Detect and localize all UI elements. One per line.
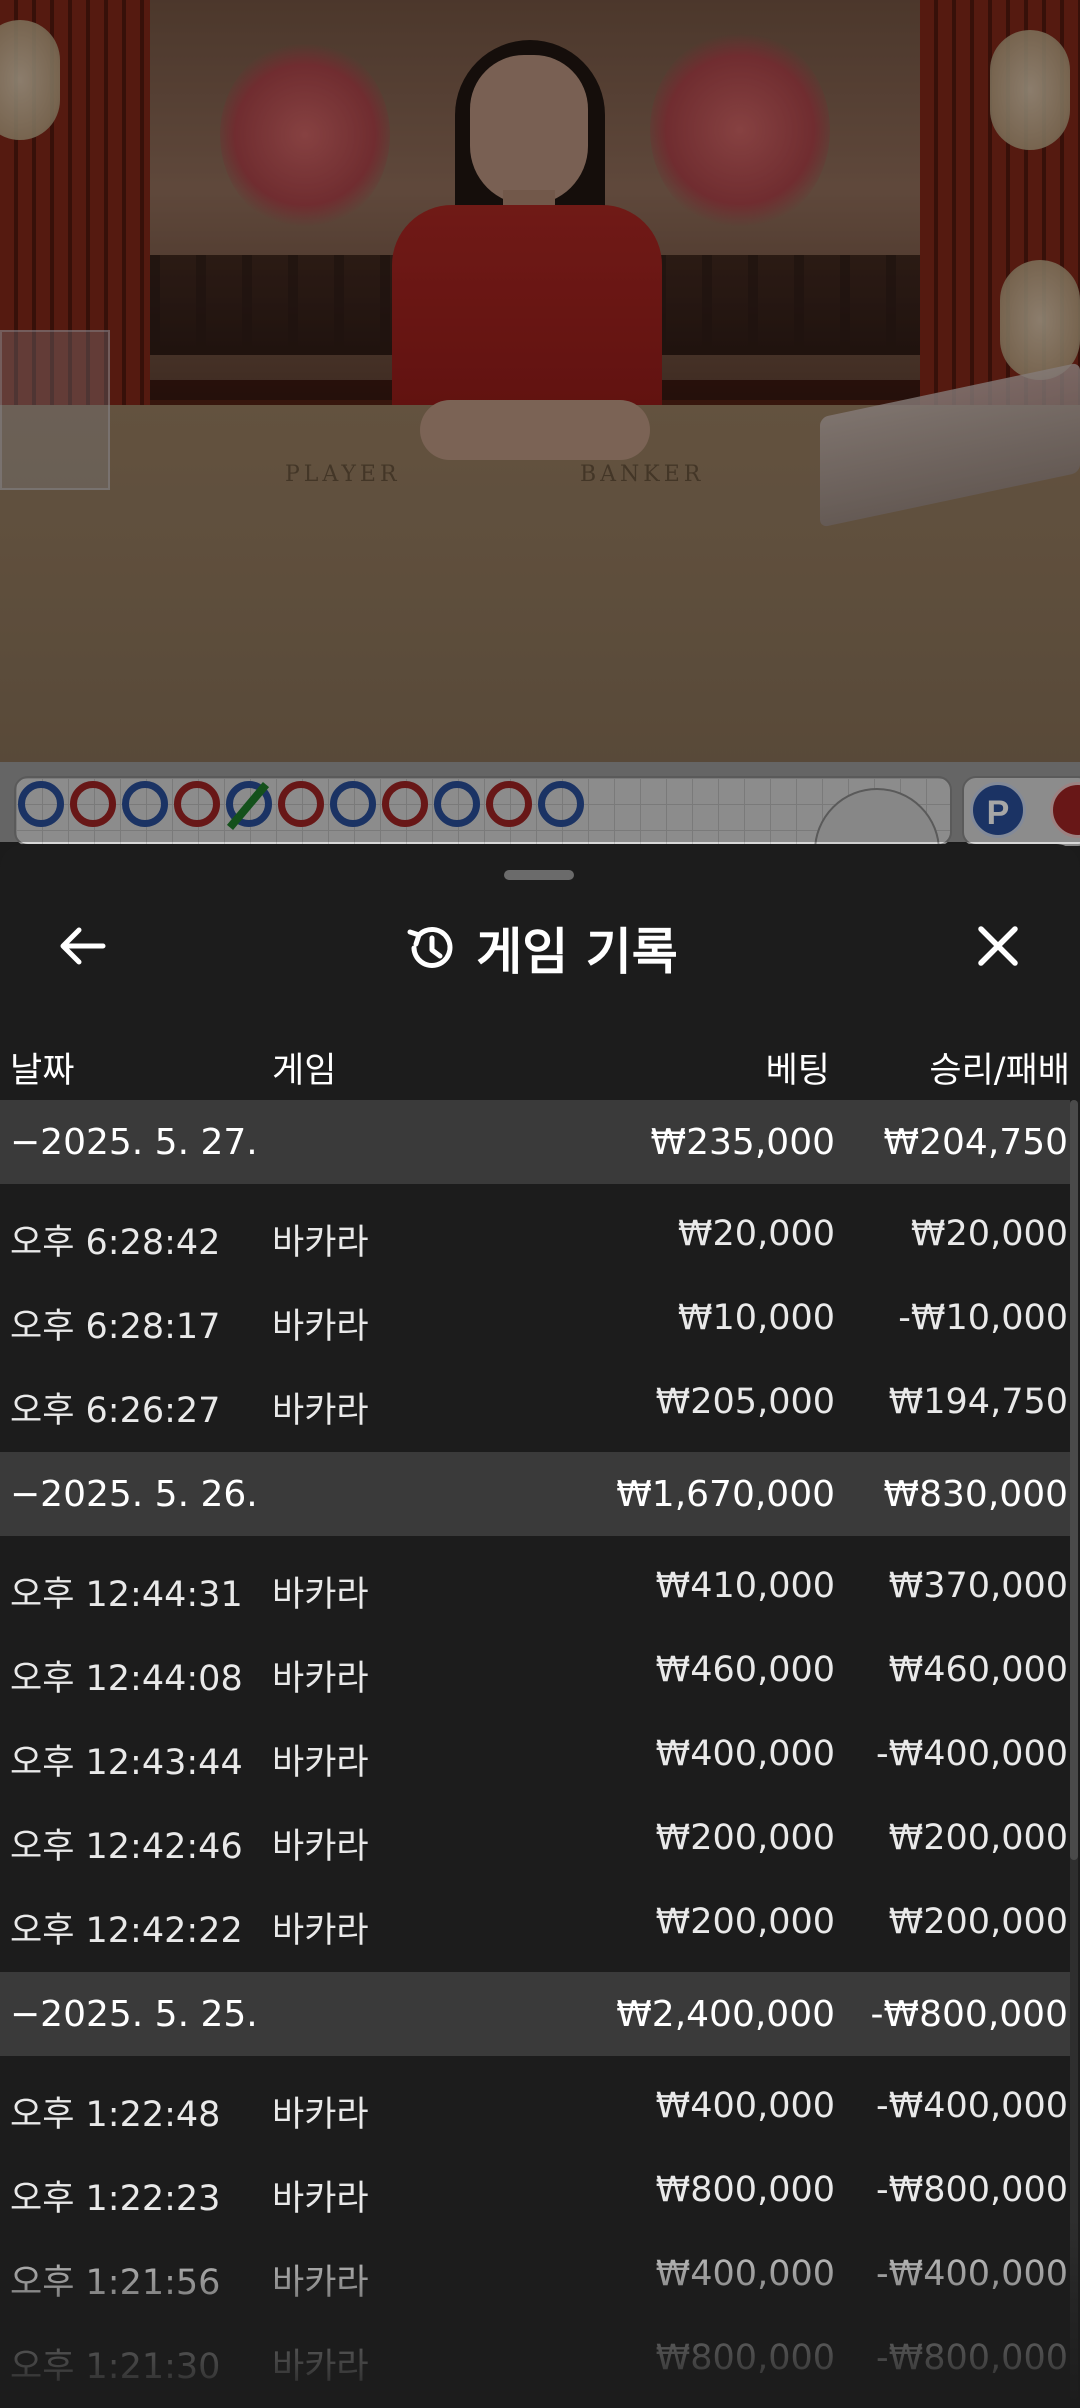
sheet-drag-handle[interactable] [504, 870, 574, 880]
row-time: 오후 12:43:44 [10, 1743, 243, 1783]
row-bet: ₩400,000 [655, 2254, 835, 2294]
row-time: 오후 1:21:30 [10, 2347, 221, 2387]
row-result: -₩800,000 [876, 2170, 1068, 2210]
row-result: -₩400,000 [876, 2086, 1068, 2126]
history-row[interactable]: 오후 6:28:42 바카라 ₩20,000 ₩20,000 [0, 1192, 1070, 1276]
row-bet: ₩200,000 [655, 1818, 835, 1858]
row-bet: ₩800,000 [655, 2338, 835, 2378]
row-result: ₩194,750 [888, 1382, 1068, 1422]
row-game: 바카라 [272, 2347, 369, 2387]
history-row[interactable]: 오후 12:44:08 바카라 ₩460,000 ₩460,000 [0, 1628, 1070, 1712]
row-time: 오후 6:26:27 [10, 1391, 221, 1431]
row-time: 오후 6:28:17 [10, 1307, 221, 1347]
row-result: ₩20,000 [910, 1214, 1068, 1254]
live-video-feed: PLAYER BANKER [0, 0, 1080, 762]
row-bet: ₩205,000 [655, 1382, 835, 1422]
row-time: 오후 12:42:22 [10, 1911, 243, 1951]
row-time: 오후 1:21:56 [10, 2263, 221, 2303]
row-game: 바카라 [272, 1575, 369, 1615]
row-game: 바카라 [272, 1659, 369, 1699]
header-game: 게임 [272, 1051, 337, 1091]
row-bet: ₩800,000 [655, 2170, 835, 2210]
history-row[interactable]: 오후 1:22:48 바카라 ₩400,000 -₩400,000 [0, 2064, 1070, 2148]
date-group-header[interactable]: −2025. 5. 26. ₩1,670,000 ₩830,000 [0, 1452, 1070, 1536]
sheet-title: 게임 기록 [476, 923, 678, 981]
row-bet: ₩410,000 [655, 1566, 835, 1606]
row-game: 바카라 [272, 2179, 369, 2219]
header-result: 승리/패배 [929, 1051, 1070, 1091]
group-date: −2025. 5. 26. [10, 1474, 258, 1515]
group-date: −2025. 5. 25. [10, 1994, 258, 2035]
row-result: ₩370,000 [888, 1566, 1068, 1606]
row-time: 오후 12:44:31 [10, 1575, 243, 1615]
close-icon [978, 926, 1018, 966]
row-game: 바카라 [272, 1743, 369, 1783]
history-icon [407, 926, 453, 968]
close-button[interactable] [966, 914, 1030, 978]
row-time: 오후 1:22:48 [10, 2095, 221, 2135]
row-bet: ₩10,000 [677, 1298, 835, 1338]
row-result: -₩800,000 [876, 2338, 1068, 2378]
row-result: ₩460,000 [888, 1650, 1068, 1690]
row-bet: ₩200,000 [655, 1902, 835, 1942]
row-result: -₩400,000 [876, 1734, 1068, 1774]
group-result-total: -₩800,000 [870, 1994, 1068, 2035]
row-result: -₩400,000 [876, 2254, 1068, 2294]
history-row[interactable]: 오후 12:43:44 바카라 ₩400,000 -₩400,000 [0, 1712, 1070, 1796]
group-bet-total: ₩235,000 [650, 1122, 835, 1163]
row-bet: ₩20,000 [677, 1214, 835, 1254]
date-group-header[interactable]: −2025. 5. 25. ₩2,400,000 -₩800,000 [0, 1972, 1070, 2056]
row-result: ₩200,000 [888, 1902, 1068, 1942]
history-table-header: 날짜 게임 베팅 승리/패배 [0, 1024, 1080, 1100]
row-game: 바카라 [272, 1307, 369, 1347]
row-bet: ₩400,000 [655, 2086, 835, 2126]
history-row[interactable]: 오후 12:42:22 바카라 ₩200,000 ₩200,000 [0, 1880, 1070, 1964]
group-result-total: ₩830,000 [883, 1474, 1068, 1515]
row-game: 바카라 [272, 2263, 369, 2303]
row-bet: ₩400,000 [655, 1734, 835, 1774]
history-list[interactable]: −2025. 5. 27. ₩235,000 ₩204,750 오후 6:28:… [0, 1100, 1070, 2408]
header-date: 날짜 [10, 1051, 75, 1091]
history-row[interactable]: 오후 12:42:46 바카라 ₩200,000 ₩200,000 [0, 1796, 1070, 1880]
row-game: 바카라 [272, 2095, 369, 2135]
row-time: 오후 6:28:42 [10, 1223, 221, 1263]
group-date: −2025. 5. 27. [10, 1122, 258, 1163]
sheet-header: 게임 기록 [0, 908, 1080, 988]
roadmap-dim-overlay [0, 762, 1080, 842]
history-row[interactable]: 오후 1:21:30 바카라 ₩800,000 -₩800,000 [0, 2316, 1070, 2400]
history-row[interactable]: 오후 6:28:17 바카라 ₩10,000 -₩10,000 [0, 1276, 1070, 1360]
group-result-total: ₩204,750 [883, 1122, 1068, 1163]
history-row[interactable]: 오후 12:44:31 바카라 ₩410,000 ₩370,000 [0, 1544, 1070, 1628]
group-bet-total: ₩2,400,000 [616, 1994, 835, 2035]
row-bet: ₩460,000 [655, 1650, 835, 1690]
history-row[interactable]: 오후 6:26:27 바카라 ₩205,000 ₩194,750 [0, 1360, 1070, 1444]
row-result: ₩200,000 [888, 1818, 1068, 1858]
row-time: 오후 1:22:23 [10, 2179, 221, 2219]
row-result: -₩10,000 [898, 1298, 1068, 1338]
video-dim-overlay [0, 0, 1080, 762]
row-game: 바카라 [272, 1391, 369, 1431]
row-game: 바카라 [272, 1827, 369, 1867]
history-row[interactable]: 오후 1:22:23 바카라 ₩800,000 -₩800,000 [0, 2148, 1070, 2232]
group-bet-total: ₩1,670,000 [616, 1474, 835, 1515]
row-game: 바카라 [272, 1223, 369, 1263]
history-scrollbar-thumb[interactable] [1070, 1100, 1078, 1860]
header-bet: 베팅 [765, 1051, 830, 1091]
row-time: 오후 12:44:08 [10, 1659, 243, 1699]
date-group-header[interactable]: −2025. 5. 27. ₩235,000 ₩204,750 [0, 1100, 1070, 1184]
game-history-sheet: 게임 기록 날짜 게임 베팅 승리/패배 −2025. 5. 27. ₩235,… [0, 844, 1080, 2408]
row-time: 오후 12:42:46 [10, 1827, 243, 1867]
row-game: 바카라 [272, 1911, 369, 1951]
history-row[interactable]: 오후 1:21:56 바카라 ₩400,000 -₩400,000 [0, 2232, 1070, 2316]
